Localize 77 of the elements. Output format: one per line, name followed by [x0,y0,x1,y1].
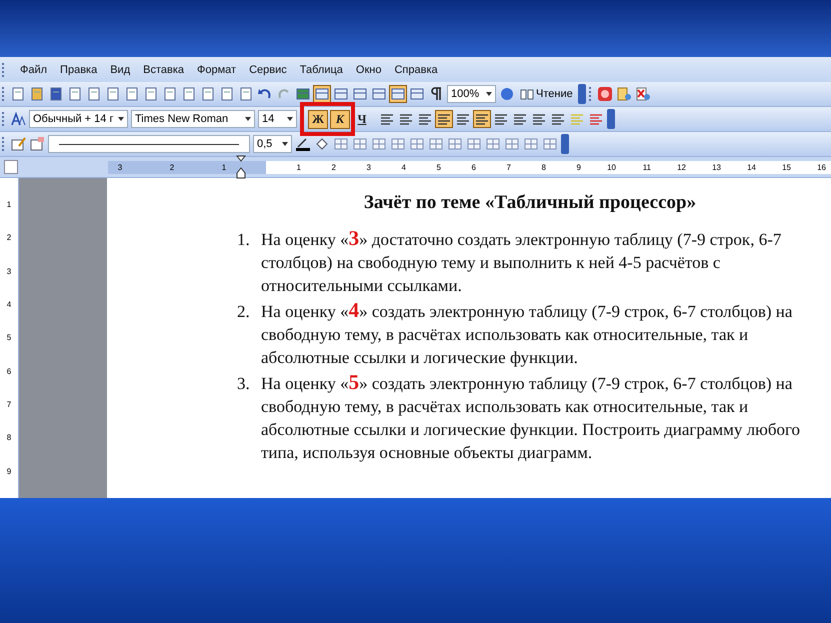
ruler-number: 14 [746,162,756,174]
line-style-dropdown[interactable] [48,135,250,153]
menu-item[interactable]: Окно [356,64,382,76]
ruler-number: 9 [6,466,12,476]
menu-item[interactable]: Формат [197,64,236,76]
font-size-dropdown[interactable]: 14 [258,110,297,128]
menu-item[interactable]: Правка [60,64,98,76]
grid-icon[interactable] [352,86,368,102]
ruler-number: 1 [222,162,226,174]
ruler-number: 6 [6,366,12,376]
font-style-button[interactable]: Ч [352,110,372,128]
grid-icon[interactable] [352,136,368,152]
list-item-text: На оценку «4» создать электронную таблицу (7-9 строк, 6-7 столбцов) на свободную тему, в расчётах использовать как относительные, так и абсолютные ссылки и логические функции. [261,300,794,369]
document-icon[interactable] [67,86,83,102]
ruler-number: 7 [506,162,511,174]
list-item-text: На оценку «3» достаточно создать электронную таблицу (7-9 строк, 6-7 столбцов) на свободную тему и выполнить к ней 4-5 расчётов с относительными ссылками. [261,228,782,297]
ruler-number: 12 [676,162,686,174]
ruler-number: 9 [576,162,581,174]
ruler-number: 2 [170,162,174,174]
list-item-text: На оценку «5» создать электронную таблицу (7-9 строк, 6-7 столбцов) на свободную тему, в расчётах использовать как относительные, так и абсолютные ссылки и логические функции. Построить диаграмму любого типа, используя основные объекты диаграмм. [261,372,802,464]
ruler-number: 1 [296,162,301,174]
table-icon[interactable] [371,136,387,152]
menu-item[interactable]: Вставка [143,64,184,76]
stop-sign-icon[interactable] [596,86,613,102]
menu-item[interactable]: Таблица [300,64,343,76]
ruler-number: 15 [781,162,791,174]
menu-item[interactable]: Справка [394,64,438,76]
style-dropdown[interactable]: Обычный + 14 г [29,110,128,128]
document-icon[interactable] [10,86,26,102]
list-number: 2. [237,301,251,323]
tab-selector[interactable] [4,160,18,174]
grid-icon[interactable] [428,136,444,152]
table-icon[interactable] [333,86,349,102]
ruler-number: 8 [540,162,546,174]
ruler-number: 6 [470,162,476,174]
ruler-number: 13 [711,162,721,174]
ruler-number: 1 [6,200,12,210]
border-color-icon[interactable] [295,136,311,152]
ruler-number: 5 [436,162,441,174]
line-weight-dropdown[interactable]: 0,5 [253,135,292,153]
ruler-number: 3 [6,266,12,276]
grid-icon[interactable] [447,136,463,152]
indent-marker-icon[interactable] [236,154,246,178]
ruler-number: 2 [6,233,12,242]
menu-item[interactable]: Вид [110,64,130,76]
ruler-number: 7 [6,400,12,410]
paint-bucket-icon[interactable] [314,136,330,152]
menu-item[interactable]: Сервис [249,64,287,76]
table-icon[interactable] [390,136,406,152]
ruler-number: 2 [330,162,336,174]
highlight-frame [300,102,355,136]
ruler-number: 5 [6,333,12,342]
ruler-number: 8 [6,433,12,442]
justify-lines-icon[interactable] [436,111,452,127]
draw-table-icon[interactable] [10,136,26,152]
styles-icon[interactable] [10,111,26,127]
document-x-icon[interactable] [634,86,651,102]
font-dropdown[interactable]: Times New Roman [131,110,255,128]
font-style-button[interactable]: К [330,110,350,128]
eraser-table-icon[interactable] [29,136,45,152]
ruler-number: 3 [118,162,122,174]
font-style-button[interactable]: Ж [308,110,328,128]
toolbar-options-icon[interactable] [578,84,586,104]
ruler-number: 11 [642,162,651,174]
reading-button[interactable]: Чтение [518,85,575,103]
ruler-number: 4 [400,162,406,174]
ruler-number: 4 [6,300,12,310]
ruler-number: 10 [606,162,616,174]
pilcrow-icon[interactable] [428,86,444,102]
list-number: 3. [237,373,251,395]
zoom-field[interactable]: 100% [447,85,496,103]
document-title: Зачёт по теме «Табличный процессор» [362,192,698,214]
list-number: 1. [237,229,251,251]
ruler-number: 3 [366,162,371,174]
ruler-number: 16 [816,162,826,174]
grid-icon[interactable] [314,86,330,102]
menu-item[interactable]: Файл [20,64,48,76]
